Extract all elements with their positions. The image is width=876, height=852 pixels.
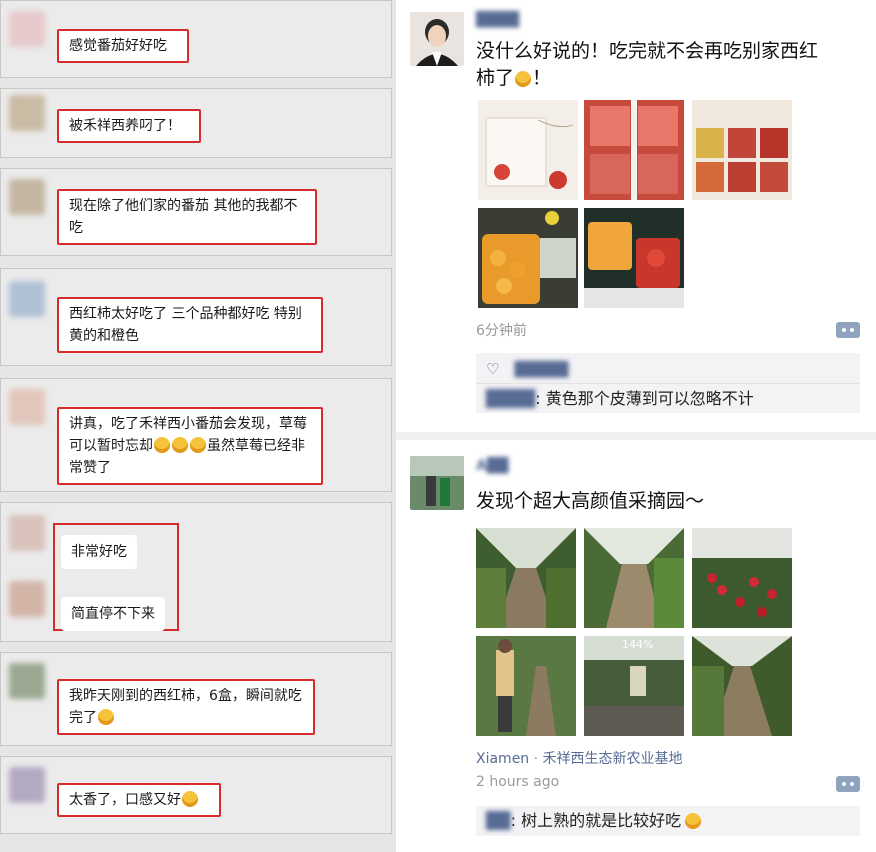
- laugh-emoji-icon: [98, 709, 114, 725]
- grin-emoji-icon: [172, 437, 188, 453]
- post-text-end: ！: [532, 67, 552, 89]
- avatar: [9, 95, 45, 131]
- post-photo[interactable]: [692, 100, 792, 200]
- person-photo-icon: [410, 12, 464, 66]
- avatar: [9, 767, 45, 803]
- divider: [396, 432, 876, 440]
- post-time: 6分钟前: [476, 323, 527, 339]
- post-photo[interactable]: [584, 208, 684, 308]
- chat-text: 感觉番茄好好吃: [69, 38, 167, 54]
- chat-text: 简直停不下来: [71, 606, 155, 622]
- author-name[interactable]: ████: [476, 12, 519, 28]
- heart-eyes-emoji-icon: [182, 791, 198, 807]
- chat-panel: 非常好吃 简直停不下来: [0, 502, 392, 642]
- like-row: ♡ █████: [486, 357, 568, 381]
- grin-emoji-icon: [685, 813, 702, 829]
- chat-bubble: 太香了，口感又好: [57, 783, 221, 817]
- chat-bubble: 被禾祥西养叼了！: [57, 109, 201, 143]
- chat-bubble: 西红柿太好吃了 三个品种都好吃 特别黄的和橙色: [57, 297, 323, 353]
- avatar: [9, 389, 45, 425]
- grin-emoji-icon: [154, 437, 170, 453]
- chat-bubble: 简直停不下来: [61, 597, 165, 631]
- comment-author[interactable]: ██: [486, 811, 511, 830]
- chat-panel: 太香了，口感又好: [0, 756, 392, 834]
- comment-row[interactable]: ██: 树上熟的就是比较好吃: [486, 809, 702, 833]
- zoom-overlay-text: 144%: [622, 638, 654, 651]
- avatar: [9, 663, 45, 699]
- post-photo[interactable]: [478, 208, 578, 308]
- grin-emoji-icon: [190, 437, 206, 453]
- comment-colon: :: [510, 811, 522, 830]
- comment-text: 树上熟的就是比较好吃: [521, 811, 682, 830]
- post-time: 2 hours ago: [476, 774, 560, 790]
- avatar[interactable]: [410, 12, 464, 66]
- comment-author[interactable]: ████: [486, 389, 535, 408]
- comment-box: ♡ █████ ████: 黄色那个皮薄到可以忽略不计: [476, 353, 860, 413]
- chat-panel: 现在除了他们家的番茄 其他的我都不吃: [0, 168, 392, 256]
- person-photo-icon: [410, 456, 464, 510]
- chat-text: 太香了，口感又好: [69, 792, 181, 808]
- smile-emoji-icon: [515, 71, 532, 87]
- location-link[interactable]: Xiamen · 禾祥西生态新农业基地: [476, 748, 683, 768]
- avatar: [9, 581, 45, 617]
- avatar: [9, 515, 45, 551]
- chat-text: 被禾祥西养叼了！: [69, 118, 181, 134]
- moments-feed: ████ 没什么好说的！吃完就不会再吃别家西红柿了！ 6分钟前 ♡ █████ …: [396, 0, 876, 852]
- more-actions-icon[interactable]: [836, 776, 860, 792]
- chat-text: 现在除了他们家的番茄 其他的我都不吃: [69, 198, 298, 236]
- post-photo[interactable]: [478, 100, 578, 200]
- chat-panel: 讲真，吃了禾祥西小番茄会发现，草莓可以暂时忘却 虽然草莓已经非常赞了: [0, 378, 392, 492]
- post-text: 没什么好说的！吃完就不会再吃别家西红柿了！: [476, 38, 836, 92]
- like-name[interactable]: █████: [515, 362, 569, 378]
- post-photo[interactable]: [476, 528, 576, 628]
- chat-panel: 西红柿太好吃了 三个品种都好吃 特别黄的和橙色: [0, 268, 392, 366]
- avatar: [9, 11, 45, 47]
- comment-text: 黄色那个皮薄到可以忽略不计: [545, 389, 754, 408]
- avatar: [9, 179, 45, 215]
- chat-bubble: 讲真，吃了禾祥西小番茄会发现，草莓可以暂时忘却 虽然草莓已经非常赞了: [57, 407, 323, 485]
- more-actions-icon[interactable]: [836, 322, 860, 338]
- post-photo[interactable]: [584, 528, 684, 628]
- location-place[interactable]: 禾祥西生态新农业基地: [543, 751, 683, 767]
- comment-colon: :: [535, 389, 546, 408]
- comment-box: ██: 树上熟的就是比较好吃: [476, 806, 860, 836]
- avatar: [9, 281, 45, 317]
- post-photo[interactable]: [692, 636, 792, 736]
- post-photo[interactable]: [584, 100, 684, 200]
- location-city[interactable]: Xiamen: [476, 751, 529, 767]
- location-separator: ·: [529, 751, 543, 767]
- chat-bubble: 感觉番茄好好吃: [57, 29, 189, 63]
- post-photo[interactable]: 144%: [584, 636, 684, 736]
- chat-text: 非常好吃: [71, 544, 127, 560]
- chat-bubble: 我昨天刚到的西红柿，6盒，瞬间就吃完了: [57, 679, 315, 735]
- chat-bubble: 现在除了他们家的番茄 其他的我都不吃: [57, 189, 317, 245]
- chat-bubble: 非常好吃: [61, 535, 137, 569]
- chat-panel: 被禾祥西养叼了！: [0, 88, 392, 158]
- post-text: 发现个超大高颜值采摘园～: [476, 490, 705, 512]
- chat-text: 西红柿太好吃了 三个品种都好吃 特别黄的和橙色: [69, 306, 302, 344]
- chat-panel: 感觉番茄好好吃: [0, 0, 392, 78]
- author-name[interactable]: A██: [476, 458, 508, 474]
- avatar[interactable]: [410, 456, 464, 510]
- comment-row[interactable]: ████: 黄色那个皮薄到可以忽略不计: [486, 387, 754, 411]
- post-photo[interactable]: [692, 528, 792, 628]
- post-photo[interactable]: [476, 636, 576, 736]
- chat-panel: 我昨天刚到的西红柿，6盒，瞬间就吃完了: [0, 652, 392, 746]
- heart-icon: ♡: [486, 360, 500, 378]
